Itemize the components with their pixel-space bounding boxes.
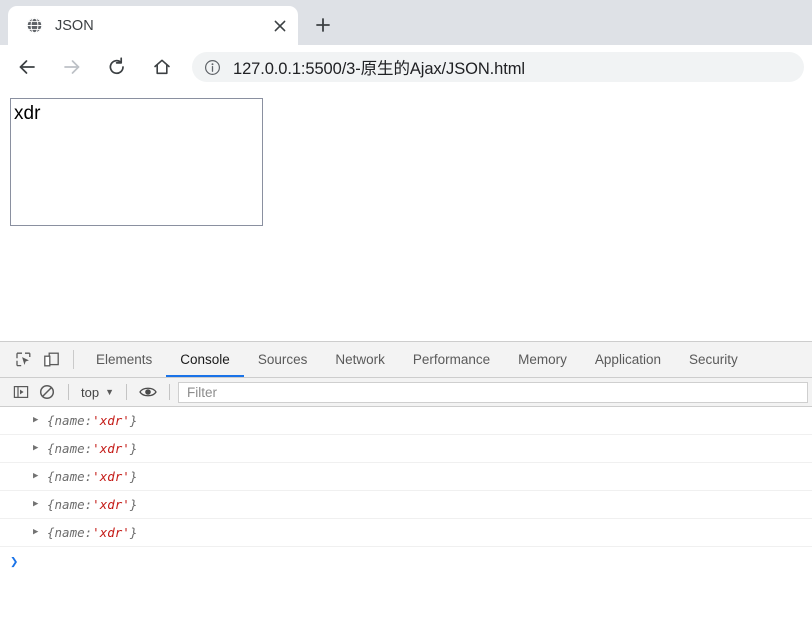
inspect-element-icon[interactable]	[9, 342, 37, 377]
page-info-icon[interactable]	[203, 58, 221, 76]
tab-strip: JSON	[0, 0, 812, 45]
object-close-brace: }	[129, 525, 138, 540]
home-icon	[154, 59, 170, 75]
console-toolbar: top ▼ Filter	[0, 378, 812, 407]
console-message-list: ▶ {name:'xdr'} ▶ {name:'xdr'} ▶ {name:'x…	[0, 407, 812, 625]
expand-arrow-icon[interactable]: ▶	[33, 500, 45, 509]
toolbar-divider	[169, 384, 170, 400]
console-row[interactable]: ▶ {name:'xdr'}	[0, 519, 812, 547]
console-input-prompt[interactable]: ❯	[0, 547, 812, 577]
object-close-brace: }	[129, 413, 138, 428]
clear-console-icon[interactable]	[34, 379, 60, 405]
tab-sources[interactable]: Sources	[244, 342, 322, 377]
object-open-brace: {	[47, 497, 55, 512]
browser-tab-title: JSON	[55, 17, 94, 34]
home-button[interactable]	[147, 52, 177, 82]
back-button[interactable]	[12, 52, 42, 82]
toolbar-divider	[68, 384, 69, 400]
console-row[interactable]: ▶ {name:'xdr'}	[0, 435, 812, 463]
console-sidebar-icon[interactable]	[8, 379, 34, 405]
execution-context-select[interactable]: top ▼	[77, 385, 118, 400]
new-tab-button[interactable]	[308, 10, 338, 40]
expand-arrow-icon[interactable]: ▶	[33, 472, 45, 481]
tab-label: Network	[335, 352, 385, 367]
object-key: name:	[54, 469, 93, 484]
tab-performance[interactable]: Performance	[399, 342, 504, 377]
console-message: {name:'xdr'}	[47, 525, 137, 540]
back-arrow-icon	[19, 60, 35, 74]
tab-label: Memory	[518, 352, 567, 367]
console-message: {name:'xdr'}	[47, 469, 137, 484]
tab-elements[interactable]: Elements	[82, 342, 166, 377]
expand-arrow-icon[interactable]: ▶	[33, 444, 45, 453]
reload-button[interactable]	[102, 52, 132, 82]
object-open-brace: {	[47, 441, 55, 456]
tab-label: Sources	[257, 352, 308, 367]
tab-console[interactable]: Console	[166, 342, 244, 377]
toolbar-divider	[73, 350, 74, 369]
plus-icon	[316, 18, 330, 32]
execution-context-label: top	[81, 384, 100, 400]
live-expression-eye-icon[interactable]	[135, 379, 161, 405]
result-box: xdr	[10, 98, 263, 226]
console-row[interactable]: ▶ {name:'xdr'}	[0, 463, 812, 491]
object-close-brace: }	[129, 441, 138, 456]
address-bar-url: 127.0.0.1:5500/3-原生的Ajax/JSON.html	[233, 60, 525, 78]
tab-label: Console	[180, 352, 230, 367]
object-value: 'xdr'	[92, 413, 130, 428]
devtools-tab-bar: Elements Console Sources Network Perform…	[0, 342, 812, 378]
object-value: 'xdr'	[92, 441, 130, 456]
prompt-chevron-icon: ❯	[10, 554, 19, 570]
object-value: 'xdr'	[92, 469, 130, 484]
tab-memory[interactable]: Memory	[504, 342, 581, 377]
forward-arrow-icon	[64, 60, 80, 74]
forward-button[interactable]	[57, 52, 87, 82]
tab-application[interactable]: Application	[581, 342, 675, 377]
address-bar[interactable]: 127.0.0.1:5500/3-原生的Ajax/JSON.html	[192, 52, 804, 82]
object-open-brace: {	[47, 469, 55, 484]
browser-tab[interactable]: JSON	[8, 6, 298, 45]
close-icon[interactable]	[268, 14, 292, 38]
tab-security[interactable]: Security	[675, 342, 752, 377]
console-message: {name:'xdr'}	[47, 413, 137, 428]
tab-label: Application	[594, 352, 661, 367]
console-message: {name:'xdr'}	[47, 497, 137, 512]
toolbar-divider	[126, 384, 127, 400]
tab-network[interactable]: Network	[321, 342, 399, 377]
object-close-brace: }	[129, 469, 138, 484]
console-row[interactable]: ▶ {name:'xdr'}	[0, 407, 812, 435]
console-row[interactable]: ▶ {name:'xdr'}	[0, 491, 812, 519]
tab-label: Security	[688, 352, 738, 367]
console-message: {name:'xdr'}	[47, 441, 137, 456]
device-toolbar-icon[interactable]	[37, 342, 65, 377]
chevron-down-icon: ▼	[105, 387, 114, 397]
object-value: 'xdr'	[92, 497, 130, 512]
tab-label: Elements	[96, 352, 153, 367]
object-key: name:	[54, 497, 93, 512]
object-open-brace: {	[47, 413, 55, 428]
expand-arrow-icon[interactable]: ▶	[33, 528, 45, 537]
object-key: name:	[54, 413, 93, 428]
object-key: name:	[54, 441, 93, 456]
object-open-brace: {	[47, 525, 55, 540]
object-value: 'xdr'	[92, 525, 130, 540]
filter-input[interactable]: Filter	[178, 381, 808, 403]
result-box-text: xdr	[14, 103, 41, 124]
tab-label: Performance	[412, 352, 491, 367]
object-close-brace: }	[129, 497, 138, 512]
page-viewport: xdr	[0, 89, 812, 341]
devtools-panel: Elements Console Sources Network Perform…	[0, 341, 812, 625]
browser-window: JSON 127.0.0.1:5500/3-原生的Ajax/JSON.html …	[0, 0, 812, 341]
reload-icon	[109, 57, 124, 75]
object-key: name:	[54, 525, 93, 540]
globe-icon	[26, 17, 43, 34]
browser-toolbar: 127.0.0.1:5500/3-原生的Ajax/JSON.html	[0, 45, 812, 89]
expand-arrow-icon[interactable]: ▶	[33, 416, 45, 425]
